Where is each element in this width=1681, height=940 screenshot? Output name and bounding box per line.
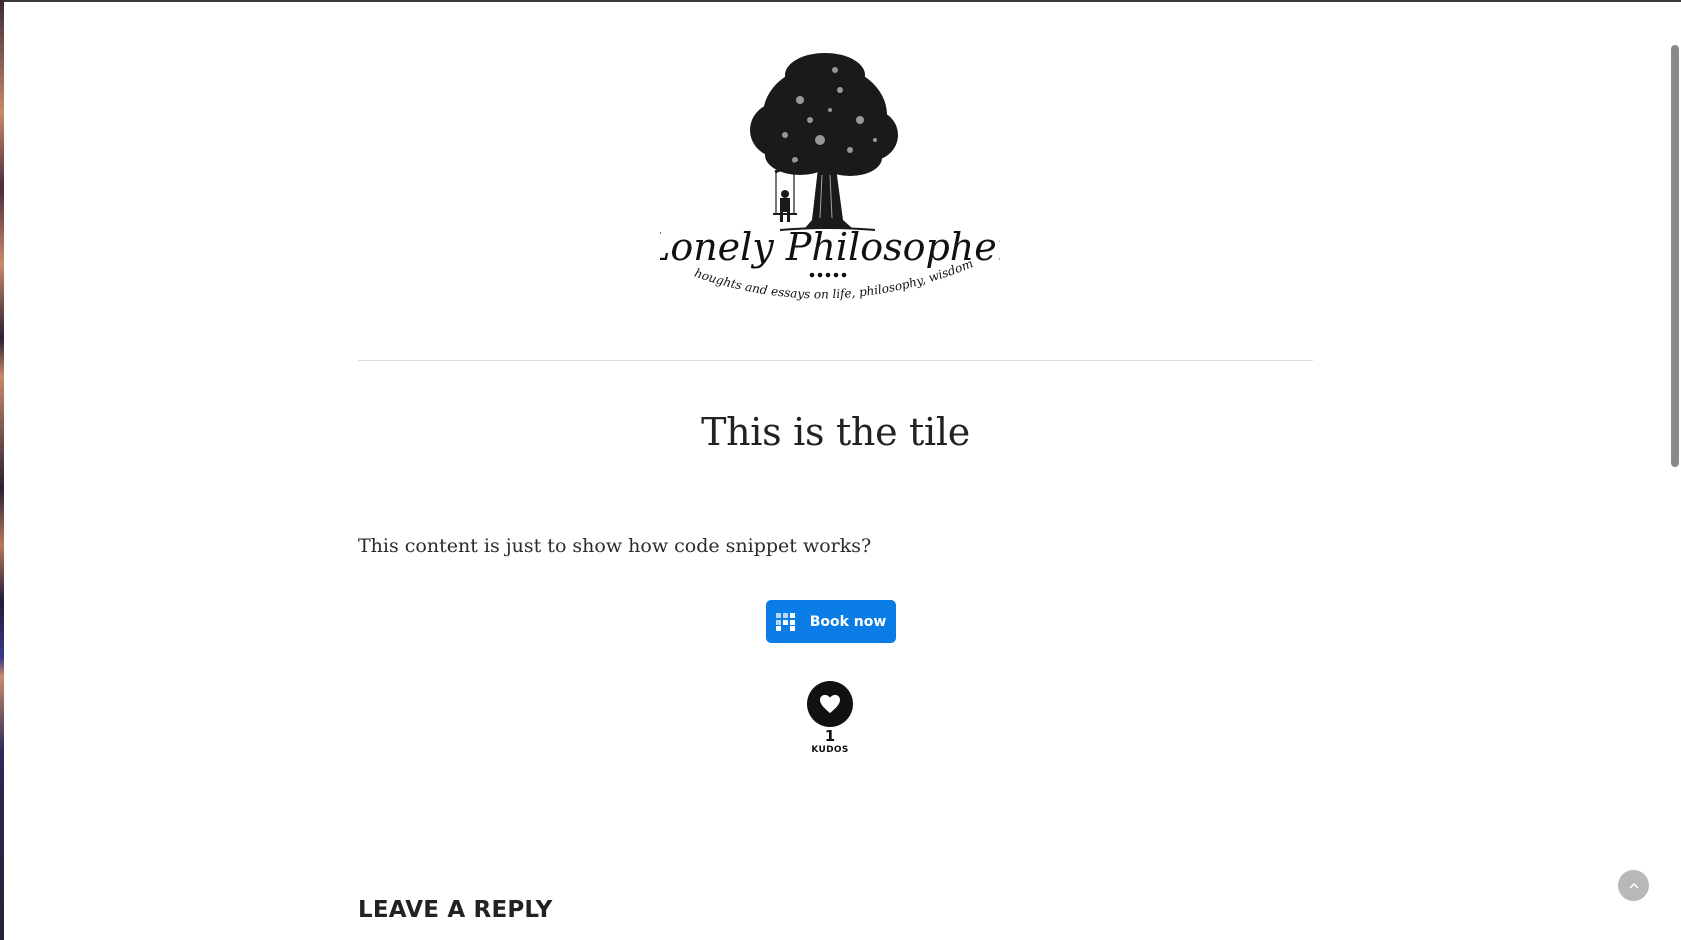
kudos-label: KUDOS <box>811 745 849 755</box>
site-logo[interactable]: Lonely Philosopher Thoughts and essays o… <box>644 39 1018 320</box>
page-scrollbar[interactable] <box>1669 2 1681 940</box>
book-now-label: Book now <box>809 613 887 630</box>
header-divider <box>358 360 1313 361</box>
window-top-border <box>4 0 1681 2</box>
leave-reply-heading: LEAVE A REPLY <box>358 897 553 923</box>
heart-icon <box>820 694 840 714</box>
book-now-button[interactable]: Book now <box>766 600 896 643</box>
tree-swing-logo-icon: Lonely Philosopher Thoughts and essays o… <box>644 39 1018 301</box>
logo-title: Lonely Philosopher <box>660 225 1000 269</box>
post-title: This is the tile <box>701 410 970 454</box>
kudos-button[interactable] <box>807 681 853 727</box>
back-to-top-button[interactable] <box>1618 870 1649 901</box>
post-content: This content is just to show how code sn… <box>358 535 872 557</box>
kudos-count: 1 <box>824 727 836 745</box>
booking-grid-icon <box>775 612 798 631</box>
chevron-up-icon <box>1628 882 1639 889</box>
kudos-widget: 1 KUDOS <box>790 681 870 756</box>
scrollbar-thumb[interactable] <box>1671 45 1679 467</box>
